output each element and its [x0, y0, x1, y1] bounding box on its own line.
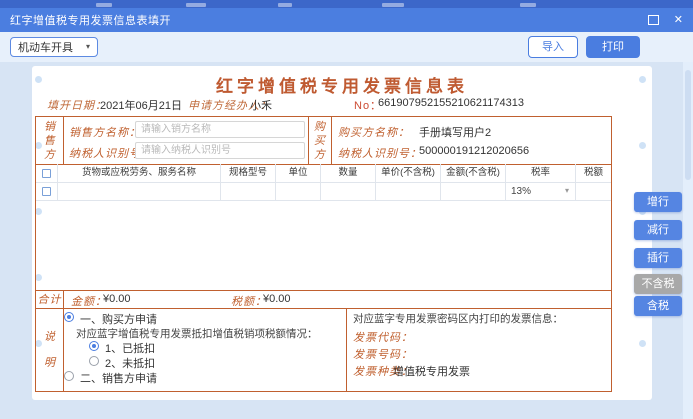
radio-not-deducted[interactable]	[89, 356, 99, 366]
background-remnant	[96, 3, 112, 7]
row1-select-cell	[36, 182, 58, 200]
col-header-unit: 单位	[276, 164, 321, 182]
buyer-group-label: 购买方	[313, 120, 326, 162]
row1-unit-price-cell[interactable]	[376, 182, 441, 200]
buyer-name-value: 手册填写用户2	[419, 124, 491, 140]
insert-row-button[interactable]: 插行	[634, 248, 682, 268]
buyer-group: 购买方	[308, 117, 331, 164]
divider	[63, 117, 64, 164]
col-header-unit-price: 单价(不含税)	[376, 164, 441, 182]
seller-group-label: 销售方	[43, 120, 56, 162]
background-remnant	[520, 3, 536, 7]
fill-date-value: 2021年06月21日	[100, 97, 182, 113]
toolbar: 机动车开具 ▾ 导入 打印	[0, 32, 693, 62]
tax-rate-value: 13%	[511, 186, 531, 197]
buyer-taxid-label: 纳税人识别号：	[338, 145, 422, 161]
divider	[36, 290, 611, 291]
invoice-code-label: 发票代码：	[353, 329, 413, 345]
row1-item-name-cell[interactable]	[58, 182, 221, 200]
agent-value: 小禾	[250, 97, 272, 113]
col-header-spec: 规格型号	[221, 164, 276, 182]
radio-seller-apply-label: 二、销售方申请	[80, 370, 157, 386]
dialog-title: 红字增值税专用发票信息表填开	[10, 12, 648, 28]
total-amount-label: 金额：	[71, 293, 107, 309]
add-row-button[interactable]: 增行	[634, 192, 682, 212]
fill-date-label: 填开日期：	[47, 97, 107, 113]
select-all-checkbox[interactable]	[42, 169, 51, 178]
invoice-type-value: 机动车开具	[18, 39, 73, 55]
radio-deducted[interactable]	[89, 341, 99, 351]
row1-tax-amount-cell[interactable]	[576, 182, 611, 200]
col-header-item-name: 货物或应税劳务、服务名称	[58, 164, 221, 182]
radio-seller-apply[interactable]	[64, 371, 74, 381]
print-button[interactable]: 打印	[586, 36, 640, 58]
incl-tax-toggle[interactable]: 含税	[634, 296, 682, 316]
background-remnant	[186, 3, 206, 7]
buyer-taxid-value: 500000191212020656	[419, 145, 529, 157]
invoice-form-card: 红字增值税专用发票信息表 填开日期： 2021年06月21日 申请方经办人： 小…	[32, 66, 652, 400]
background-remnant	[278, 3, 292, 7]
seller-name-label: 销售方名称：	[69, 124, 141, 140]
row1-amount-cell[interactable]	[441, 182, 506, 200]
row1-tax-rate-cell[interactable]: 13% ▾	[506, 182, 576, 200]
col-header-amount: 金额(不含税)	[441, 164, 506, 182]
notes-group-label: 说明	[43, 324, 56, 376]
background-remnant	[382, 3, 404, 7]
divider	[36, 200, 611, 201]
import-button[interactable]: 导入	[528, 36, 578, 58]
radio-buyer-apply[interactable]	[64, 312, 74, 322]
minimize-icon[interactable]	[648, 15, 659, 25]
form-no-value: 661907952155210621174313	[378, 97, 524, 109]
buyer-name-label: 购买方名称：	[338, 124, 410, 140]
seller-taxid-input[interactable]	[135, 142, 305, 159]
col-header-tax-rate: 税率	[506, 164, 576, 182]
divider	[331, 117, 332, 164]
seller-group: 销售方	[36, 117, 63, 164]
binder-hole	[639, 142, 646, 149]
remove-row-button[interactable]: 减行	[634, 220, 682, 240]
dialog-titlebar: 红字增值税专用发票信息表填开 ✕	[0, 8, 693, 32]
row1-qty-cell[interactable]	[321, 182, 376, 200]
total-tax-label: 税额：	[231, 293, 267, 309]
chevron-down-icon: ▾	[565, 187, 569, 195]
row1-checkbox[interactable]	[42, 187, 51, 196]
col-header-tax-amount: 税额	[576, 164, 611, 182]
invoice-type-dropdown[interactable]: 机动车开具 ▾	[10, 37, 98, 57]
tax-rate-select[interactable]: 13% ▾	[506, 182, 575, 200]
radio-deducted-label: 1、已抵扣	[105, 340, 155, 356]
blue-invoice-info-title: 对应蓝字专用发票密码区内打印的发票信息：	[353, 311, 563, 326]
invoice-number-label: 发票号码：	[353, 346, 413, 362]
totals-group-label: 合计	[38, 291, 62, 307]
invoice-kind-value: 增值税专用发票	[393, 363, 470, 379]
totals-group: 合计	[36, 290, 63, 308]
divider	[346, 308, 347, 391]
deduction-caption: 对应蓝字增值税专用发票抵扣增值税销项税额情况：	[76, 326, 318, 341]
seller-name-input[interactable]	[135, 121, 305, 138]
row1-unit-cell[interactable]	[276, 182, 321, 200]
divider	[36, 308, 611, 309]
total-amount-value: ¥0.00	[103, 293, 131, 305]
radio-buyer-apply-label: 一、购买方申请	[80, 311, 157, 327]
radio-not-deducted-label: 2、未抵扣	[105, 355, 155, 371]
divider	[63, 290, 64, 308]
background-window-strip	[0, 0, 693, 8]
row1-spec-cell[interactable]	[221, 182, 276, 200]
binder-hole	[639, 340, 646, 347]
excl-tax-toggle[interactable]: 不含税	[634, 274, 682, 294]
scrollbar-thumb[interactable]	[685, 70, 691, 180]
col-header-qty: 数量	[321, 164, 376, 182]
scrollbar[interactable]	[683, 62, 693, 419]
chevron-down-icon: ▾	[86, 43, 90, 51]
notes-group: 说明	[36, 308, 63, 391]
total-tax-value: ¥0.00	[263, 293, 291, 305]
invoice-table: 销售方 销售方名称： 纳税人识别号： 购买方 购买方名称： 手册填写用户2 纳税…	[35, 116, 612, 392]
close-icon[interactable]: ✕	[674, 15, 683, 26]
select-all-cell	[36, 164, 58, 182]
form-title: 红字增值税专用发票信息表	[32, 72, 652, 97]
